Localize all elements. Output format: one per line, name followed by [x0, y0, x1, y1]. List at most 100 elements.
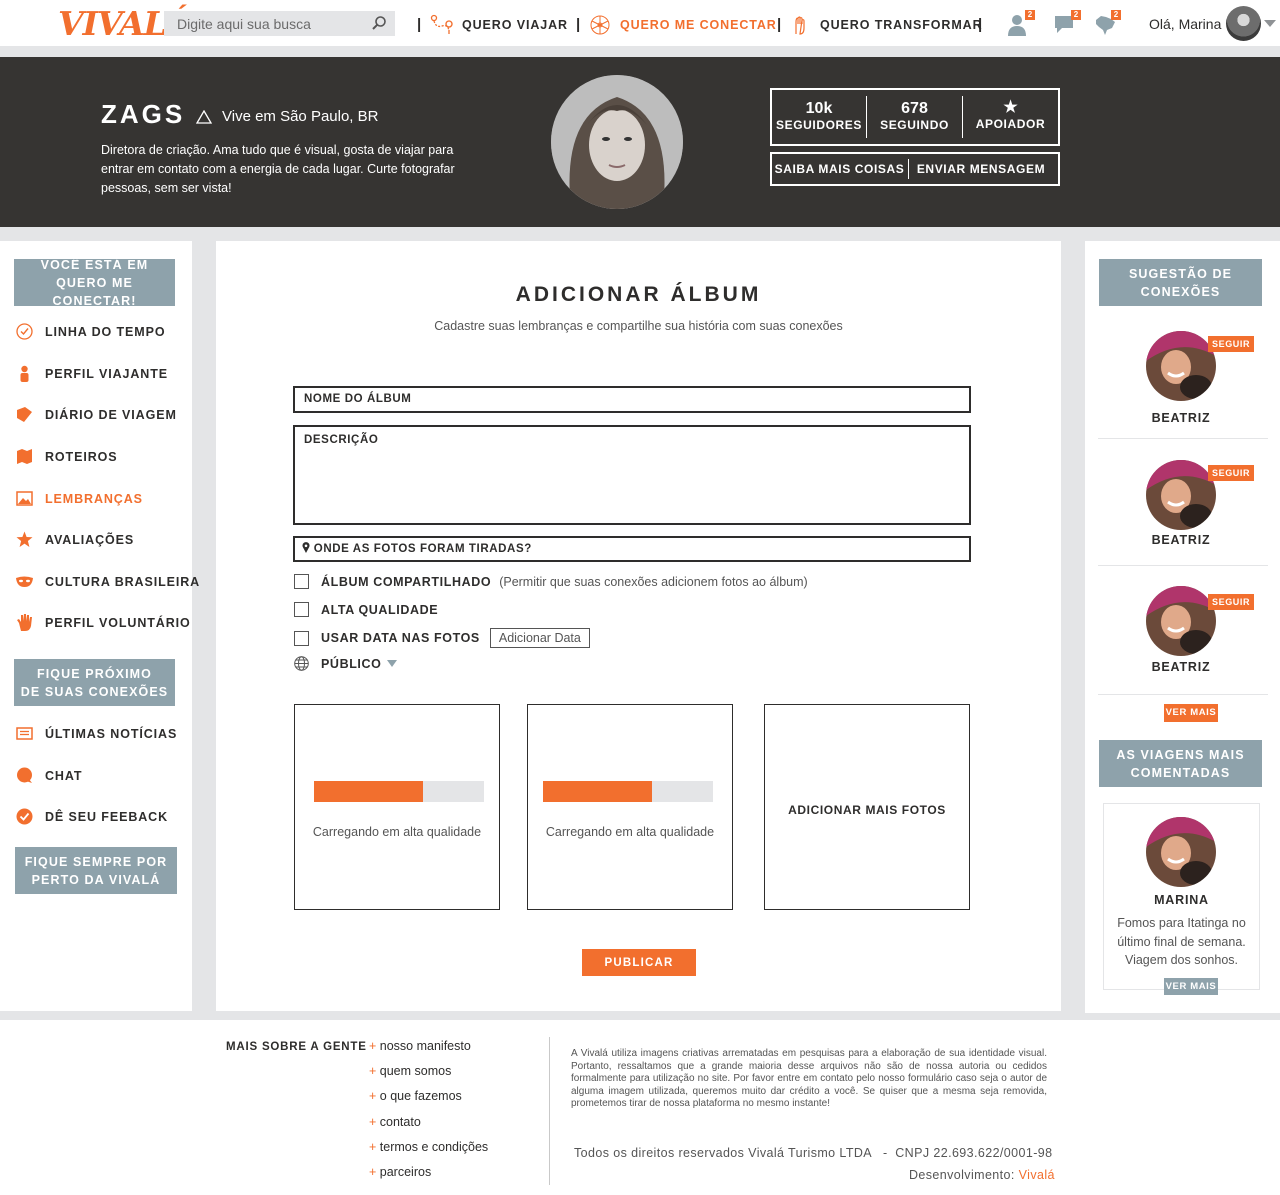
footer-link[interactable]: termos e condições: [369, 1140, 488, 1154]
divider: [1098, 694, 1268, 695]
menu-chat[interactable]: CHAT: [16, 767, 82, 784]
use-date-checkbox[interactable]: [294, 630, 309, 646]
user-avatar[interactable]: [1226, 6, 1261, 41]
stat-label: SEGUINDO: [880, 118, 949, 132]
avatar[interactable]: [1146, 586, 1216, 656]
stat-value: 678: [901, 100, 928, 117]
page-title: ADICIONAR ÁLBUM: [515, 283, 762, 306]
stat-supporter[interactable]: ★ APOIADOR: [963, 97, 1058, 131]
add-date-button[interactable]: Adicionar Data: [489, 628, 590, 648]
menu-avaliacoes[interactable]: AVALIAÇÕES: [16, 531, 134, 548]
menu-label: ROTEIROS: [45, 449, 118, 464]
triangle-icon: [196, 110, 212, 124]
avatar[interactable]: [1146, 331, 1216, 401]
menu-label: ÚLTIMAS NOTÍCIAS: [45, 726, 178, 741]
suggestion-name[interactable]: BEATRIZ: [1098, 660, 1264, 674]
stat-followers[interactable]: 10k SEGUIDORES: [772, 100, 866, 132]
menu-label: DIÁRIO DE VIAGEM: [45, 407, 177, 422]
profile-location: Vive em São Paulo, BR: [222, 108, 379, 125]
page-subtitle: Cadastre suas lembranças e compartilhe s…: [434, 319, 843, 333]
high-quality-option[interactable]: ALTA QUALIDADE: [294, 602, 438, 617]
privacy-selector[interactable]: PÚBLICO: [294, 656, 398, 671]
follow-button[interactable]: SEGUIR: [1208, 594, 1255, 610]
chevron-down-icon[interactable]: [1264, 20, 1276, 27]
menu-label: CHAT: [45, 768, 83, 783]
menu-cultura-brasileira[interactable]: CULTURA BRASILEIRA: [16, 573, 200, 590]
option-note: (Permitir que suas conexões adicionem fo…: [499, 574, 808, 589]
menu-diario-de-viagem[interactable]: DIÁRIO DE VIAGEM: [16, 406, 177, 423]
follow-button[interactable]: SEGUIR: [1208, 336, 1255, 352]
privacy-label: PÚBLICO: [321, 656, 382, 671]
album-name-field[interactable]: NOME DO ÁLBUM: [293, 386, 971, 413]
search-input[interactable]: [164, 11, 395, 36]
search-icon[interactable]: [371, 15, 387, 31]
menu-label: DÊ SEU FEEBACK: [45, 809, 169, 824]
menu-feedback[interactable]: DÊ SEU FEEBACK: [16, 808, 168, 825]
avatar[interactable]: [1146, 817, 1216, 887]
copyright: Todos os direitos reservados Vivalá Turi…: [574, 1146, 1053, 1160]
add-more-photos-button[interactable]: ADICIONAR MAIS FOTOS: [764, 704, 970, 910]
avatar[interactable]: [1146, 460, 1216, 530]
shared-album-option[interactable]: ÁLBUM COMPARTILHADO (Permitir que suas c…: [294, 574, 808, 589]
location-field[interactable]: ONDE AS FOTOS FORAM TIRADAS?: [293, 536, 971, 562]
description-field[interactable]: DESCRIÇÃO: [293, 425, 971, 525]
dev-label: Desenvolvimento:: [909, 1168, 1015, 1182]
stat-value: 10k: [805, 100, 833, 117]
section-heading: FIQUE SEMPRE POR PERTO DA VIVALÁ: [15, 847, 177, 894]
book-icon: [17, 407, 32, 422]
footer-link[interactable]: parceiros: [369, 1165, 431, 1179]
nav-label: QUERO VIAJAR: [462, 18, 568, 32]
field-label: ONDE AS FOTOS FORAM TIRADAS?: [313, 543, 532, 555]
nav-quero-transformar[interactable]: QUERO TRANSFORMAR: [788, 14, 983, 36]
profile-banner: ZAGS Vive em São Paulo, BR Diretora de c…: [0, 57, 1280, 227]
suggestion-name[interactable]: BEATRIZ: [1098, 533, 1264, 547]
nav-separator: |: [417, 16, 422, 33]
menu-label: PERFIL VIAJANTE: [45, 366, 169, 381]
dev-link[interactable]: Vivalá: [1019, 1168, 1055, 1182]
use-date-option[interactable]: USAR DATA NAS FOTOS Adicionar Data: [294, 628, 590, 648]
footer-disclaimer: A Vivalá utiliza imagens criativas arrem…: [571, 1048, 1047, 1110]
star-icon: ★: [1003, 99, 1018, 116]
messages-button[interactable]: 2: [1053, 10, 1081, 38]
divider: [908, 159, 909, 179]
clock-check-icon: [16, 323, 33, 340]
trip-author[interactable]: MARINA: [1103, 893, 1260, 907]
location-pin-icon: [302, 542, 310, 553]
suggestion-card: SEGUIR BEATRIZ: [1098, 460, 1264, 560]
menu-perfil-viajante[interactable]: PERFIL VIAJANTE: [16, 365, 168, 382]
footer-link[interactable]: contato: [369, 1115, 421, 1129]
menu-perfil-voluntario[interactable]: PERFIL VOLUNTÁRIO: [16, 614, 191, 631]
send-message-button[interactable]: ENVIAR MENSAGEM: [910, 162, 1052, 176]
menu-linha-do-tempo[interactable]: LINHA DO TEMPO: [16, 323, 165, 340]
menu-ultimas-noticias[interactable]: ÚLTIMAS NOTÍCIAS: [16, 725, 177, 742]
suggestion-name[interactable]: BEATRIZ: [1098, 411, 1264, 425]
menu-roteiros[interactable]: ROTEIROS: [16, 448, 117, 465]
suggestion-card: SEGUIR BEATRIZ: [1098, 331, 1264, 431]
menu-lembrancas[interactable]: LEMBRANÇAS: [16, 490, 143, 507]
publish-button[interactable]: PUBLICAR: [582, 949, 696, 976]
upload-progress-bar: [543, 781, 713, 802]
divider: [1098, 438, 1268, 439]
nav-separator: |: [978, 16, 983, 33]
person-icon: [20, 365, 29, 382]
chat-bubble-icon: [17, 767, 32, 783]
know-more-button[interactable]: SAIBA MAIS COISAS: [772, 162, 907, 176]
trips-map-button[interactable]: 2: [1093, 10, 1121, 38]
notification-badge: 2: [1071, 10, 1081, 20]
footer-link[interactable]: nosso manifesto: [369, 1039, 471, 1053]
profile-bio: Diretora de criação. Ama tudo que é visu…: [101, 143, 455, 195]
hand-icon: [17, 614, 32, 631]
follow-button[interactable]: SEGUIR: [1208, 465, 1255, 481]
footer-link[interactable]: o que fazemos: [369, 1089, 462, 1103]
shared-album-checkbox[interactable]: [294, 574, 309, 589]
see-more-button[interactable]: VER MAIS: [1164, 978, 1218, 995]
high-quality-checkbox[interactable]: [294, 602, 309, 617]
see-more-button[interactable]: VER MAIS: [1164, 704, 1218, 722]
trips-heading: AS VIAGENS MAIS COMENTADAS: [1099, 740, 1262, 787]
trip-text: Fomos para Itatinga no último final de s…: [1117, 916, 1246, 967]
stat-following[interactable]: 678 SEGUINDO: [867, 100, 962, 132]
nav-quero-me-conectar[interactable]: QUERO ME CONECTAR: [588, 14, 777, 36]
friend-requests-button[interactable]: 2: [1007, 10, 1035, 38]
footer-link[interactable]: quem somos: [369, 1064, 452, 1078]
nav-quero-viajar[interactable]: QUERO VIAJAR: [430, 14, 568, 36]
